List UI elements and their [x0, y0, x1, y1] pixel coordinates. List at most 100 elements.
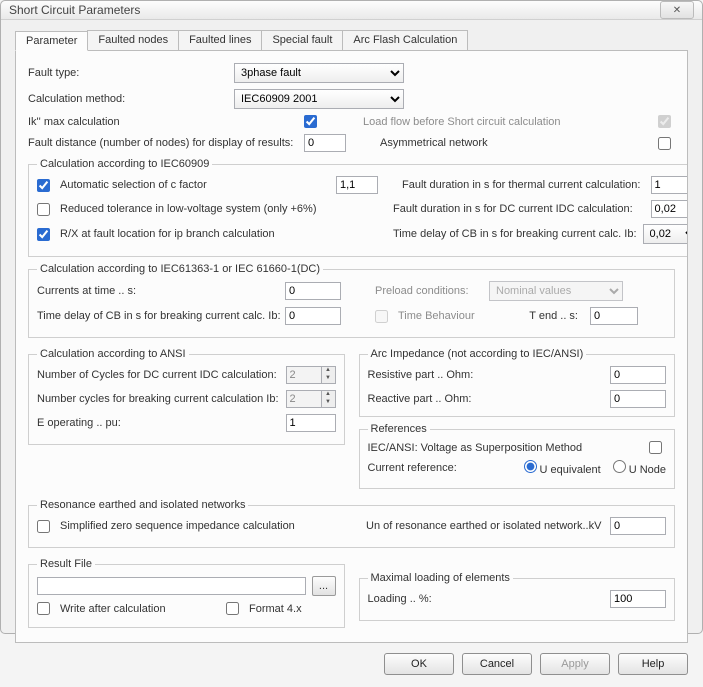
- group-ansi-legend: Calculation according to ANSI: [37, 348, 189, 360]
- cb-delay-61363-input[interactable]: [285, 307, 341, 325]
- cycles-idc-input: [286, 366, 322, 384]
- reduced-tol-label: Reduced tolerance in low-voltage system …: [60, 203, 387, 215]
- tab-special-fault[interactable]: Special fault: [261, 30, 343, 50]
- curr-ref-radio-uequiv[interactable]: [524, 460, 537, 473]
- group-result-file-legend: Result File: [37, 558, 95, 570]
- calc-method-select[interactable]: IEC60909 2001: [234, 89, 404, 109]
- help-button[interactable]: Help: [618, 653, 688, 675]
- group-resonance: Resonance earthed and isolated networks …: [28, 499, 675, 548]
- eop-label: E operating .. pu:: [37, 417, 280, 429]
- group-resonance-legend: Resonance earthed and isolated networks: [37, 499, 248, 511]
- fault-dist-label: Fault distance (number of nodes) for dis…: [28, 137, 298, 149]
- tab-faulted-nodes[interactable]: Faulted nodes: [87, 30, 179, 50]
- dc-idc-label: Fault duration in s for DC current IDC c…: [393, 203, 645, 215]
- close-icon: ✕: [673, 5, 681, 16]
- cycles-ib-spin: ▲▼: [286, 390, 336, 408]
- auto-c-checkbox[interactable]: [37, 179, 50, 192]
- spin-buttons: ▲▼: [322, 390, 336, 408]
- curr-ref-radio-unode[interactable]: [613, 460, 626, 473]
- group-max-loading: Maximal loading of elements Loading .. %…: [359, 572, 676, 621]
- eop-input[interactable]: [286, 414, 336, 432]
- loadflow-label: Load flow before Short circuit calculati…: [363, 116, 652, 128]
- rx-label: R/X at fault location for ip branch calc…: [60, 228, 387, 240]
- group-references-legend: References: [368, 423, 430, 435]
- time-beh-label: Time Behaviour: [398, 310, 518, 322]
- simpl-zero-checkbox[interactable]: [37, 520, 50, 533]
- browse-button[interactable]: ...: [312, 576, 336, 596]
- fault-type-select[interactable]: 3phase fault: [234, 63, 404, 83]
- apply-button: Apply: [540, 653, 610, 675]
- group-ansi: Calculation according to ANSI Number of …: [28, 348, 345, 445]
- currents-label: Currents at time .. s:: [37, 285, 279, 297]
- reduced-tol-checkbox[interactable]: [37, 203, 50, 216]
- un-input[interactable]: [610, 517, 666, 535]
- rx-checkbox[interactable]: [37, 228, 50, 241]
- tab-bar: Parameter Faulted nodes Faulted lines Sp…: [15, 30, 688, 50]
- group-iec60909: Calculation according to IEC60909 Automa…: [28, 158, 688, 257]
- ikmax-checkbox[interactable]: [304, 115, 317, 128]
- calc-method-label: Calculation method:: [28, 93, 228, 105]
- fault-dist-input[interactable]: [304, 134, 346, 152]
- thermal-input[interactable]: [651, 176, 688, 194]
- client-area: Parameter Faulted nodes Faulted lines Sp…: [1, 20, 702, 687]
- button-bar: OK Cancel Apply Help: [15, 643, 688, 675]
- cb-delay-select[interactable]: 0,02: [643, 224, 688, 244]
- tend-label: T end .. s:: [524, 310, 584, 322]
- cb-delay-61363-label: Time delay of CB in s for breaking curre…: [37, 310, 279, 322]
- spin-buttons: ▲▼: [322, 366, 336, 384]
- group-result-file: Result File ... Write after calculation …: [28, 558, 345, 628]
- iec-ansi-sup-label: IEC/ANSI: Voltage as Superposition Metho…: [368, 442, 644, 454]
- group-references: References IEC/ANSI: Voltage as Superpos…: [359, 423, 676, 489]
- ikmax-label: Ik'' max calculation: [28, 116, 298, 128]
- thermal-label: Fault duration in s for thermal current …: [402, 179, 645, 191]
- tab-arc-flash[interactable]: Arc Flash Calculation: [342, 30, 468, 50]
- loading-label: Loading .. %:: [368, 593, 605, 605]
- auto-c-label: Automatic selection of c factor: [60, 179, 330, 191]
- write-after-calc-label: Write after calculation: [60, 603, 220, 615]
- preload-select: Nominal values: [489, 281, 623, 301]
- cycles-idc-label: Number of Cycles for DC current IDC calc…: [37, 369, 280, 381]
- group-iec61363: Calculation according to IEC61363-1 or I…: [28, 263, 675, 338]
- un-label: Un of resonance earthed or isolated netw…: [366, 520, 604, 532]
- arc-react-label: Reactive part .. Ohm:: [368, 393, 605, 405]
- iec-ansi-sup-checkbox[interactable]: [649, 441, 662, 454]
- curr-ref-opt1[interactable]: U equivalent: [518, 460, 601, 476]
- format4x-checkbox[interactable]: [226, 602, 239, 615]
- group-iec60909-legend: Calculation according to IEC60909: [37, 158, 212, 170]
- loadflow-checkbox: [658, 115, 671, 128]
- asym-label: Asymmetrical network: [380, 137, 652, 149]
- tab-parameter[interactable]: Parameter: [15, 31, 88, 51]
- currents-input[interactable]: [285, 282, 341, 300]
- ok-button[interactable]: OK: [384, 653, 454, 675]
- cancel-button[interactable]: Cancel: [462, 653, 532, 675]
- loading-input[interactable]: [610, 590, 666, 608]
- cycles-ib-label: Number cycles for breaking current calcu…: [37, 393, 280, 405]
- simpl-zero-label: Simplified zero sequence impedance calcu…: [60, 520, 360, 532]
- asym-checkbox[interactable]: [658, 137, 671, 150]
- result-file-path[interactable]: [37, 577, 306, 595]
- titlebar-text: Short Circuit Parameters: [9, 3, 660, 17]
- curr-ref-opt2[interactable]: U Node: [607, 460, 666, 476]
- group-arc: Arc Impedance (not according to IEC/ANSI…: [359, 348, 676, 417]
- tend-input[interactable]: [590, 307, 638, 325]
- format4x-label: Format 4.x: [249, 603, 302, 615]
- cb-delay-label: Time delay of CB in s for breaking curre…: [393, 228, 637, 240]
- time-beh-checkbox: [375, 310, 388, 323]
- cycles-ib-input: [286, 390, 322, 408]
- close-button[interactable]: ✕: [660, 1, 694, 19]
- arc-res-input[interactable]: [610, 366, 666, 384]
- arc-react-input[interactable]: [610, 390, 666, 408]
- fault-type-label: Fault type:: [28, 67, 228, 79]
- tab-faulted-lines[interactable]: Faulted lines: [178, 30, 262, 50]
- dc-idc-input[interactable]: [651, 200, 688, 218]
- curr-ref-label: Current reference:: [368, 462, 457, 474]
- cycles-idc-spin: ▲▼: [286, 366, 336, 384]
- group-max-loading-legend: Maximal loading of elements: [368, 572, 513, 584]
- group-iec61363-legend: Calculation according to IEC61363-1 or I…: [37, 263, 323, 275]
- tab-panel: Fault type: 3phase fault Calculation met…: [15, 50, 688, 643]
- arc-res-label: Resistive part .. Ohm:: [368, 369, 605, 381]
- auto-c-input[interactable]: [336, 176, 378, 194]
- dialog-window: Short Circuit Parameters ✕ Parameter Fau…: [0, 0, 703, 634]
- write-after-calc-checkbox[interactable]: [37, 602, 50, 615]
- preload-label: Preload conditions:: [375, 285, 483, 297]
